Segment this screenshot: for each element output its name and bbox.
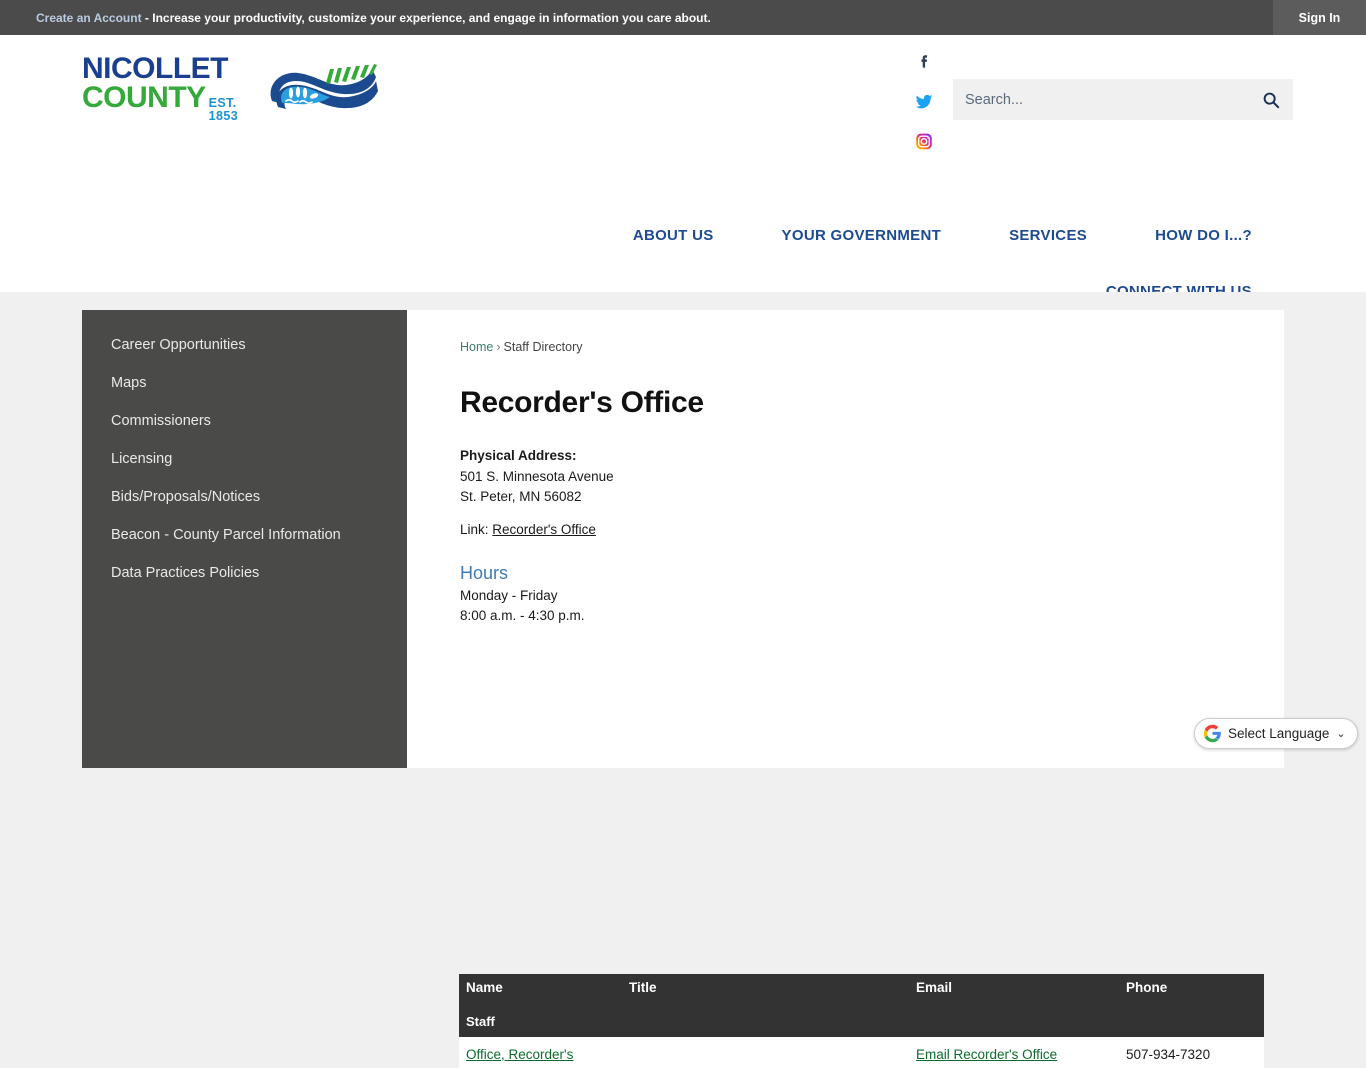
cell-title <box>622 1037 909 1068</box>
search-icon <box>1263 92 1280 108</box>
staff-table-header-row: Name Title Email Phone <box>459 974 1264 1005</box>
create-account-message: Create an Account - Increase your produc… <box>36 11 711 25</box>
sidebar-item-commissioners[interactable]: Commissioners <box>82 402 407 440</box>
physical-address-label: Physical Address: <box>460 448 577 463</box>
column-header-title: Title <box>622 974 909 1005</box>
facebook-icon[interactable] <box>913 51 935 75</box>
translate-select-language-label: Select Language <box>1228 726 1330 741</box>
nav-item-your-government[interactable]: YOUR GOVERNMENT <box>748 227 976 244</box>
chevron-down-icon: ⌄ <box>1336 728 1346 740</box>
google-g-icon <box>1203 724 1221 743</box>
physical-address-block: Physical Address: 501 S. Minnesota Avenu… <box>460 446 1284 508</box>
create-account-link[interactable]: Create an Account <box>36 11 142 25</box>
nav-item-how-do-i[interactable]: HOW DO I...? <box>1121 227 1286 244</box>
hours-days: Monday - Friday <box>460 587 558 603</box>
page-body: Career Opportunities Maps Commissioners … <box>0 292 1366 1068</box>
social-links <box>908 51 940 153</box>
cell-name: Office, Recorder's <box>459 1037 622 1068</box>
cell-email: Email Recorder's Office <box>909 1037 1119 1068</box>
site-logo[interactable]: NICOLLET COUNTY EST. 1853 <box>82 52 382 124</box>
staff-directory-table: Staff Name Title Email Phone Office, Rec… <box>459 974 1264 1068</box>
top-utility-bar: Create an Account - Increase your produc… <box>0 0 1366 35</box>
sidebar-item-bids-proposals-notices[interactable]: Bids/Proposals/Notices <box>82 478 407 516</box>
logo-established-text: EST. 1853 <box>208 96 239 123</box>
page-title: Recorder's Office <box>460 386 704 419</box>
create-account-message-text: - Increase your productivity, customize … <box>141 10 711 25</box>
hours-heading: Hours <box>460 562 509 583</box>
breadcrumb-home-link[interactable]: Home <box>460 340 493 354</box>
sidebar-item-data-practices-policies[interactable]: Data Practices Policies <box>82 554 407 592</box>
sidebar-navigation: Career Opportunities Maps Commissioners … <box>82 310 407 768</box>
search-button[interactable] <box>1249 79 1293 120</box>
column-header-phone: Phone <box>1119 974 1264 1005</box>
office-link-row: Link: Recorder's Office <box>460 522 1284 537</box>
site-search <box>953 79 1293 120</box>
sidebar-item-licensing[interactable]: Licensing <box>82 440 407 478</box>
logo-county-text: COUNTY <box>82 81 206 115</box>
link-prefix-label: Link: <box>460 521 489 537</box>
logo-wordmark: NICOLLET COUNTY EST. 1853 <box>82 52 254 123</box>
staff-name-link[interactable]: Office, Recorder's <box>466 1047 573 1062</box>
column-header-name: Name <box>459 974 622 1005</box>
logo-nicollet-text: NICOLLET <box>82 52 229 86</box>
sign-in-button[interactable]: Sign In <box>1273 0 1366 35</box>
breadcrumb: Home › Staff Directory <box>460 340 1284 354</box>
hours-times: 8:00 a.m. - 4:30 p.m. <box>460 608 585 624</box>
main-content-panel: Home › Staff Directory Recorder's Office P… <box>407 310 1284 768</box>
site-header: NICOLLET COUNTY EST. 1853 Search... ABOU… <box>0 35 1366 300</box>
address-street: 501 S. Minnesota Avenue <box>460 468 614 484</box>
cell-phone: 507-934-7320 <box>1119 1037 1264 1068</box>
staff-email-link[interactable]: Email Recorder's Office <box>916 1047 1057 1062</box>
breadcrumb-separator: › <box>496 340 501 354</box>
sidebar-item-maps[interactable]: Maps <box>82 364 407 402</box>
sidebar-item-career-opportunities[interactable]: Career Opportunities <box>82 326 407 364</box>
hours-block: Hours Monday - Friday 8:00 a.m. - 4:30 p… <box>460 563 1284 627</box>
nav-item-services[interactable]: SERVICES <box>975 227 1121 244</box>
breadcrumb-current: Staff Directory <box>503 340 583 354</box>
nicollet-county-river-emblem-icon <box>270 64 378 109</box>
main-navigation: ABOUT US YOUR GOVERNMENT SERVICES HOW DO… <box>0 227 1286 244</box>
google-translate-widget[interactable]: Select Language ⌄ <box>1194 718 1358 749</box>
column-header-email: Email <box>909 974 1119 1005</box>
instagram-icon[interactable] <box>913 129 935 153</box>
twitter-icon[interactable] <box>913 90 935 114</box>
staff-table-caption-row: Staff <box>459 1005 1264 1037</box>
nav-item-about-us[interactable]: ABOUT US <box>599 227 748 244</box>
recorders-office-link[interactable]: Recorder's Office <box>492 522 596 537</box>
search-input[interactable] <box>953 79 1249 120</box>
staff-table-caption: Staff <box>459 1005 1264 1037</box>
table-row: Office, Recorder's Email Recorder's Offi… <box>459 1037 1264 1068</box>
address-city-state-zip: St. Peter, MN 56082 <box>460 489 582 505</box>
sidebar-item-beacon-county-parcel-information[interactable]: Beacon - County Parcel Information <box>82 516 407 554</box>
